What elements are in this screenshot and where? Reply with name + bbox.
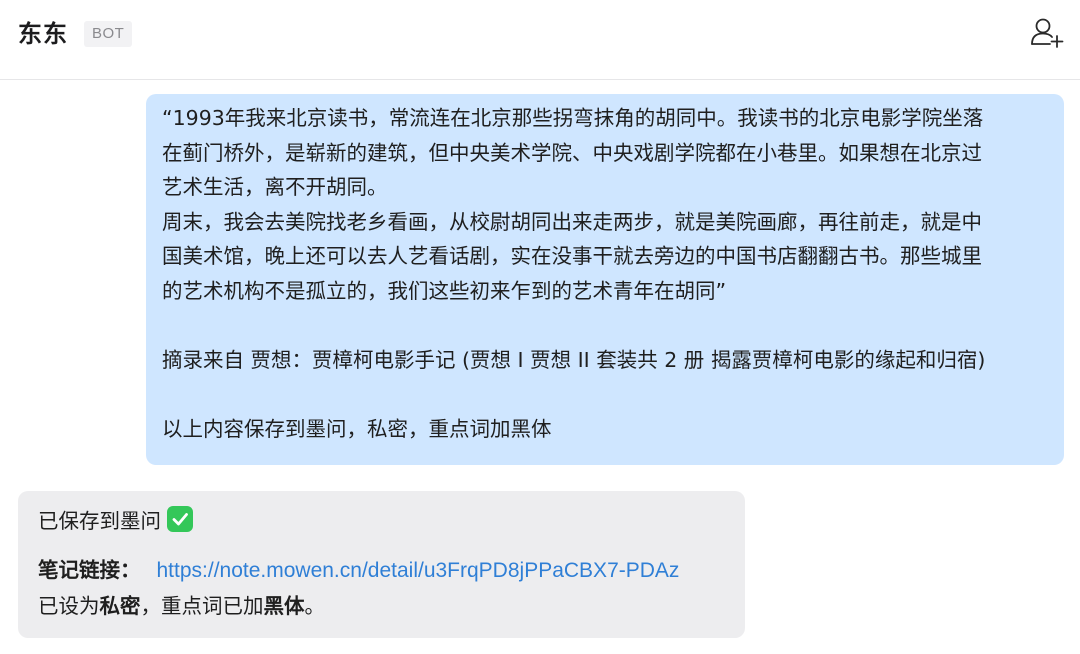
excerpt-source: 摘录来自 贾想：贾樟柯电影手记 (贾想 I 贾想 II 套装共 2 册 揭露贾樟… <box>162 347 986 372</box>
bot-badge: BOT <box>84 21 133 47</box>
message-line: 国美术馆，晚上还可以去人艺看话剧，实在没事干就去旁边的中国书店翻翻古书。那些城里 <box>162 244 982 268</box>
message-line: 在蓟门桥外，是崭新的建筑，但中央美术学院、中央戏剧学院都在小巷里。如果想在北京过 <box>162 140 982 165</box>
status-end: 。 <box>304 594 326 618</box>
message-line: 的艺术机构不是孤立的，我们这些初来乍到的艺术青年在胡同” <box>162 278 727 303</box>
status-line: 已设为私密，重点词已加黑体。 <box>38 589 725 623</box>
user-message-bubble: “1993年我来北京读书，常流连在北京那些拐弯抹角的胡同中。我读书的北京电影学院… <box>146 94 1064 465</box>
chat-header: 东东 BOT <box>0 0 1080 80</box>
add-user-button[interactable] <box>1028 14 1066 52</box>
status-prefix: 已设为 <box>38 594 100 618</box>
status-middle: ，重点词已加 <box>140 594 264 618</box>
message-line: 周末，我会去美院找老乡看画，从校尉胡同出来走两步，就是美院画廊，再往前走，就是中 <box>162 209 982 234</box>
note-link[interactable]: https://note.mowen.cn/detail/u3FrqPD8jPP… <box>157 559 680 582</box>
note-link-row: 笔记链接： https://note.mowen.cn/detail/u3FrqP… <box>38 553 725 587</box>
save-instruction: 以上内容保存到墨问，私密，重点词加黑体 <box>162 416 552 441</box>
add-user-icon <box>1031 18 1064 48</box>
check-mark-icon <box>167 506 193 532</box>
saved-confirmation: 已保存到墨问 <box>38 503 725 539</box>
message-line: 艺术生活，离不开胡同。 <box>162 175 388 199</box>
chat-title: 东东 <box>18 20 68 48</box>
saved-text: 已保存到墨问 <box>38 509 161 533</box>
link-label: 笔记链接： <box>38 558 141 582</box>
status-private: 私密 <box>99 594 141 618</box>
bot-message-bubble: 已保存到墨问 笔记链接： https://note.mowen.cn/detail… <box>18 491 745 638</box>
message-line: “1993年我来北京读书，常流连在北京那些拐弯抹角的胡同中。我读书的北京电影学院… <box>162 106 984 130</box>
status-bold: 黑体 <box>263 594 305 618</box>
